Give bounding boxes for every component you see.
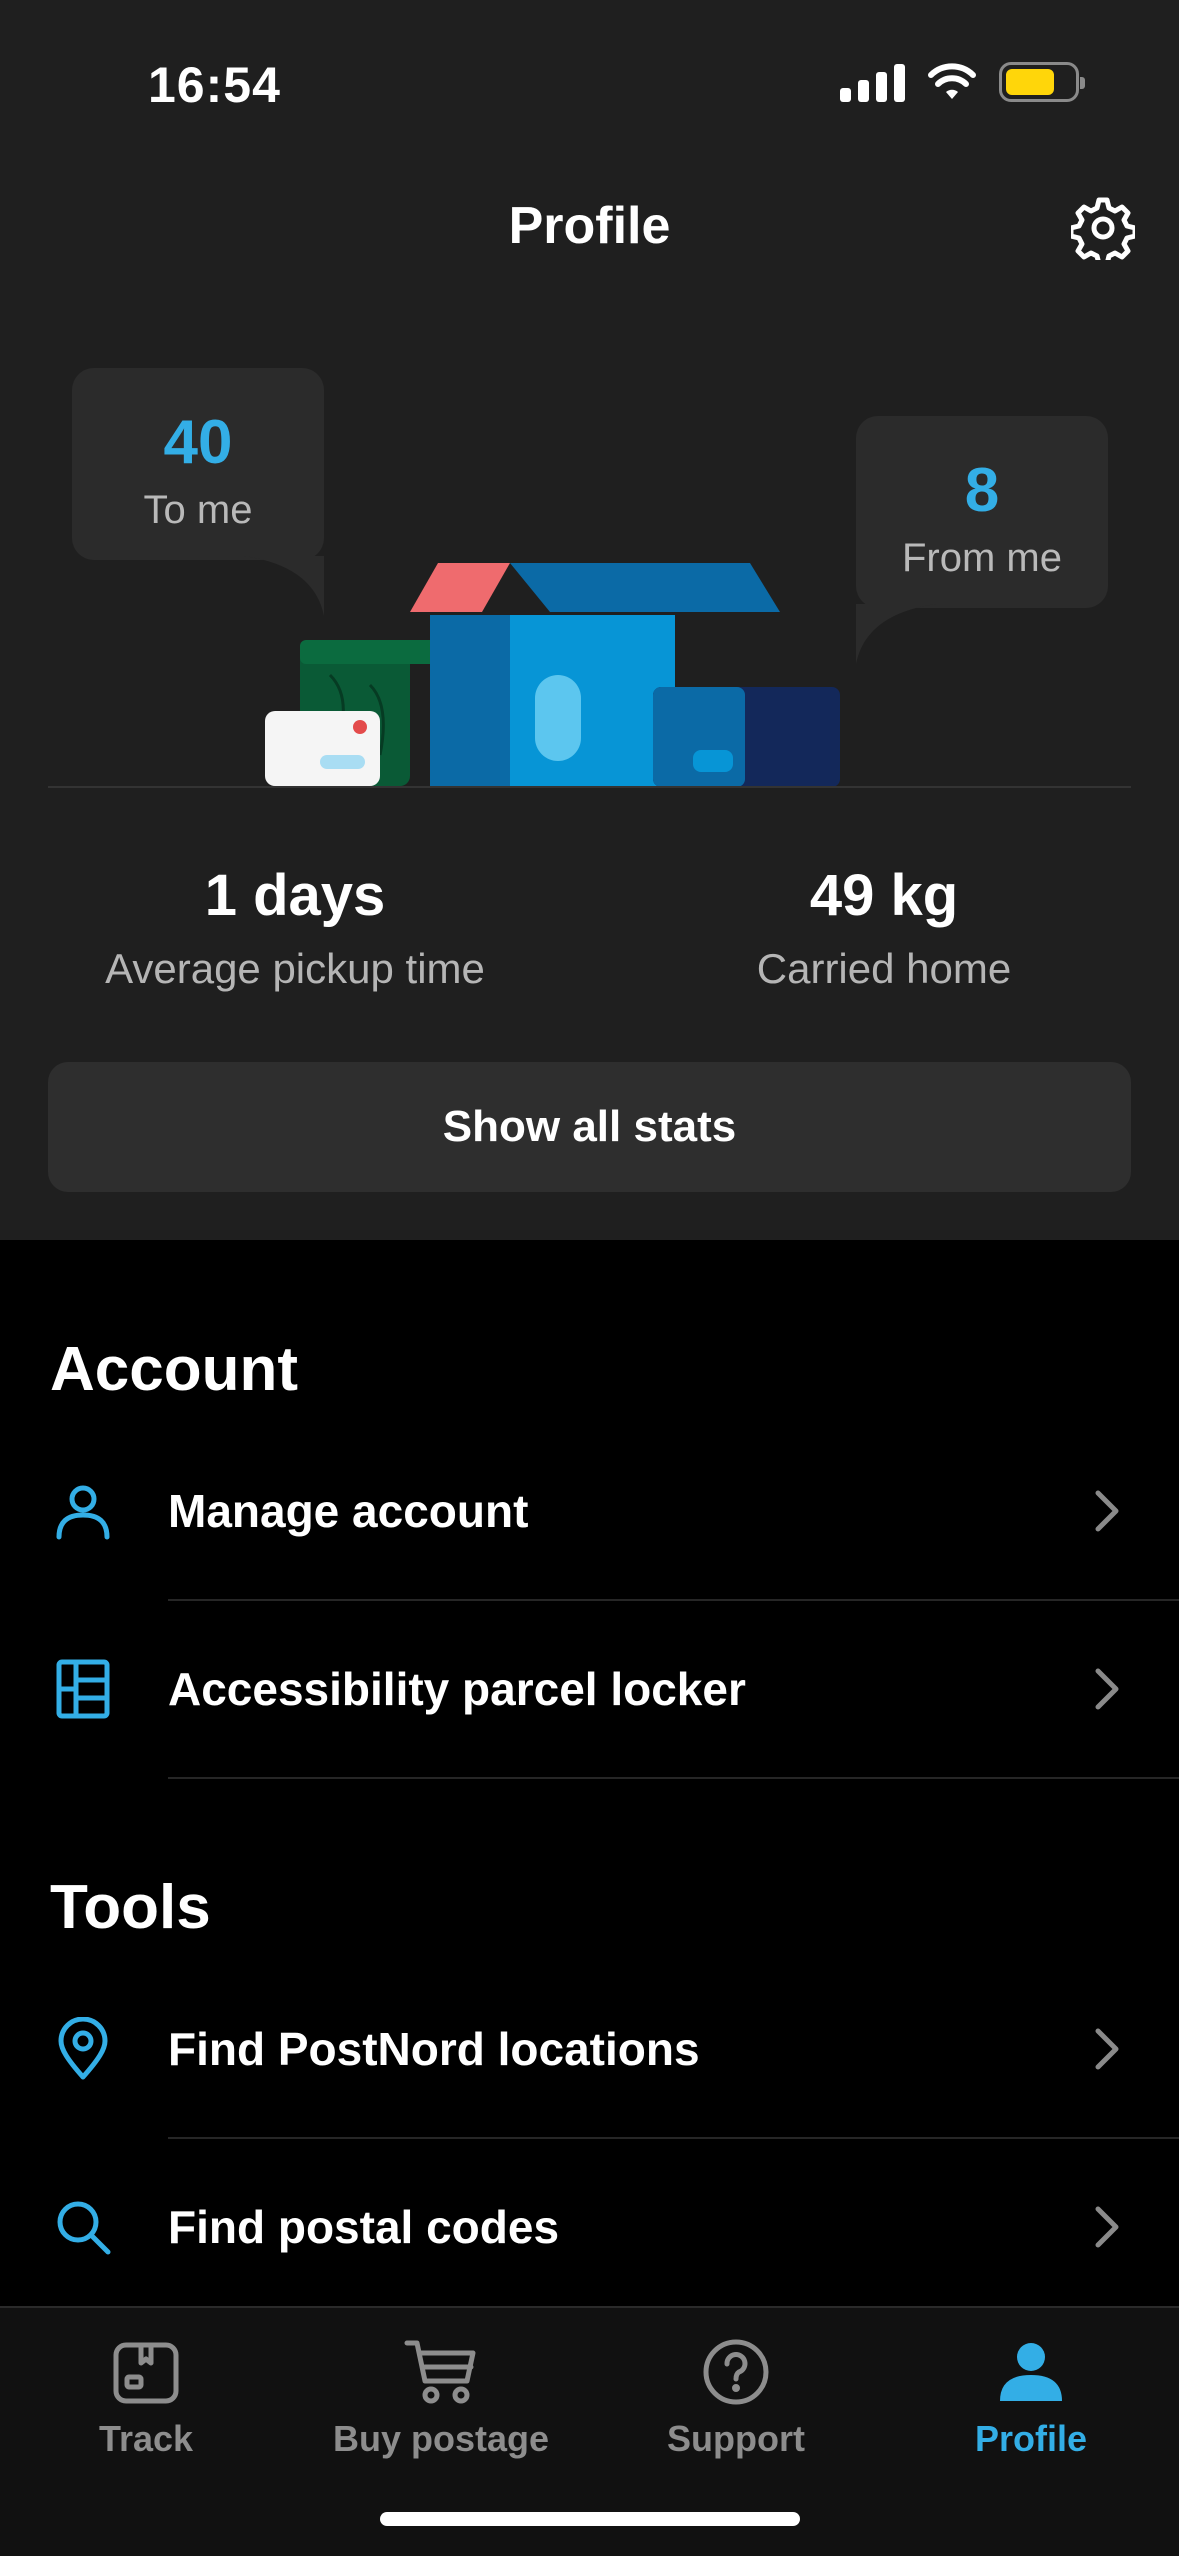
- tab-label: Support: [667, 2418, 805, 2459]
- location-pin-icon: [50, 2016, 116, 2082]
- tools-section-title: Tools: [50, 1873, 211, 1942]
- status-icons: [840, 62, 1085, 102]
- from-me-label: From me: [902, 536, 1062, 580]
- avg-pickup-value: 1 days: [204, 863, 386, 928]
- tab-buy-postage[interactable]: Buy postage: [311, 2332, 571, 2460]
- wifi-icon: [928, 63, 976, 99]
- list-item-parcel-locker[interactable]: Accessibility parcel locker: [0, 1600, 1179, 1778]
- cart-icon: [311, 2332, 571, 2412]
- person-filled-icon: [901, 2332, 1161, 2412]
- divider: [168, 1777, 1179, 1779]
- to-me-stat: 40 To me: [72, 368, 324, 560]
- account-section-title: Account: [50, 1335, 298, 1404]
- tab-label: Profile: [974, 2418, 1088, 2459]
- tab-label: Track: [98, 2418, 194, 2459]
- tab-support[interactable]: Support: [606, 2332, 866, 2460]
- list-item-label: Find PostNord locations: [168, 2023, 700, 2075]
- list-item-manage-account[interactable]: Manage account: [0, 1422, 1179, 1600]
- bubble-tail: [856, 604, 936, 664]
- home-indicator: [380, 2512, 800, 2526]
- divider: [48, 786, 1131, 788]
- show-all-stats-button[interactable]: Show all stats: [48, 1062, 1131, 1192]
- from-me-count: 8: [964, 456, 1000, 525]
- chevron-right-icon: [1095, 2028, 1119, 2070]
- list-item-find-locations[interactable]: Find PostNord locations: [0, 1960, 1179, 2138]
- carried-home-stat: 49 kg Carried home: [589, 862, 1179, 993]
- cellular-signal-icon: [840, 62, 905, 102]
- tab-track[interactable]: Track: [16, 2332, 276, 2460]
- gear-icon: [1071, 197, 1135, 260]
- parcel-icon: [16, 2332, 276, 2412]
- page-title: Profile: [508, 197, 671, 255]
- parcels-illustration: [265, 563, 840, 787]
- tab-profile[interactable]: Profile: [901, 2332, 1161, 2460]
- to-me-count: 40: [163, 408, 233, 477]
- from-me-stat: 8 From me: [856, 416, 1108, 608]
- tab-label: Buy postage: [332, 2418, 550, 2459]
- battery-icon: [999, 62, 1085, 102]
- list-item-label: Accessibility parcel locker: [168, 1663, 746, 1715]
- settings-button[interactable]: [1067, 192, 1139, 264]
- status-time: 16:54: [148, 57, 281, 113]
- avg-pickup-stat: 1 days Average pickup time: [0, 862, 590, 993]
- list-item-find-postal-codes[interactable]: Find postal codes: [0, 2138, 1179, 2316]
- parcel-locker-icon: [50, 1656, 116, 1722]
- carried-home-label: Carried home: [756, 945, 1012, 992]
- search-icon: [50, 2194, 116, 2260]
- list-item-label: Manage account: [168, 1485, 529, 1537]
- to-me-label: To me: [143, 488, 253, 532]
- carried-home-value: 49 kg: [809, 863, 959, 928]
- list-item-label: Find postal codes: [168, 2201, 560, 2253]
- chevron-right-icon: [1095, 1490, 1119, 1532]
- question-icon: [606, 2332, 866, 2412]
- avg-pickup-label: Average pickup time: [105, 945, 485, 992]
- person-icon: [50, 1478, 116, 1544]
- chevron-right-icon: [1095, 2206, 1119, 2248]
- chevron-right-icon: [1095, 1668, 1119, 1710]
